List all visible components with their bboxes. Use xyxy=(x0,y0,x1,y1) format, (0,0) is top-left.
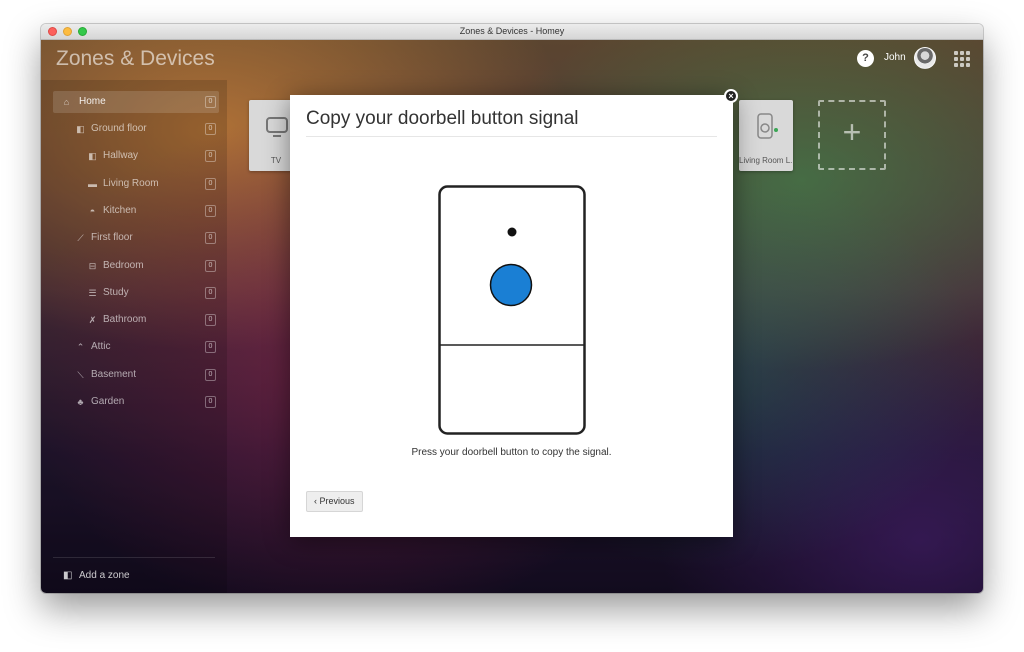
sidebar-item-garden[interactable]: ♣ Garden 0 xyxy=(75,391,219,413)
zone-count-badge: 0 xyxy=(205,96,216,108)
add-device-button[interactable]: + xyxy=(818,100,886,170)
sidebar-item-bathroom[interactable]: ✗ Bathroom 0 xyxy=(87,309,219,331)
window-title: Zones & Devices - Homey xyxy=(459,26,565,36)
zone-count-badge: 0 xyxy=(205,260,216,272)
page-title: Zones & Devices xyxy=(56,47,215,70)
zone-label: Bathroom xyxy=(103,314,147,325)
apps-grid-icon[interactable] xyxy=(954,51,970,67)
zone-count-badge: 0 xyxy=(205,205,216,217)
sidebar-item-basement[interactable]: ⟍ Basement 0 xyxy=(75,364,219,386)
desk-icon: ☰ xyxy=(88,288,97,298)
zone-label: Bedroom xyxy=(103,260,144,271)
sidebar-item-bedroom[interactable]: ⊟ Bedroom 0 xyxy=(87,255,219,277)
house-icon: ⌂ xyxy=(63,97,70,107)
add-zone-label: Add a zone xyxy=(79,570,130,581)
sidebar-item-hallway[interactable]: ◧ Hallway 0 xyxy=(87,145,219,167)
zone-count-badge: 0 xyxy=(205,314,216,326)
bed-icon: ⊟ xyxy=(88,261,97,271)
pot-icon: ◓ xyxy=(89,206,96,216)
zone-count-badge: 0 xyxy=(205,369,216,381)
stairs-icon: ⟋ xyxy=(77,233,84,243)
user-name[interactable]: John xyxy=(884,52,906,63)
close-dialog-icon[interactable]: × xyxy=(724,89,738,103)
zone-count-badge: 0 xyxy=(205,123,216,135)
sidebar-item-ground-floor[interactable]: ◧ Ground floor 0 xyxy=(75,118,219,140)
doorbell-body xyxy=(438,185,586,435)
avatar[interactable] xyxy=(914,47,936,69)
sidebar-divider xyxy=(53,557,215,558)
sidebar-item-living-room[interactable]: ▬ Living Room 0 xyxy=(87,173,219,195)
zone-count-badge: 0 xyxy=(205,232,216,244)
plant-icon: ♣ xyxy=(77,397,84,407)
title-bar: Zones & Devices - Homey xyxy=(41,24,983,40)
previous-button[interactable]: ‹ Previous xyxy=(306,491,363,512)
door-icon: ◧ xyxy=(88,151,97,161)
dialog-instruction: Press your doorbell button to copy the s… xyxy=(411,447,612,458)
zone-count-badge: 0 xyxy=(205,150,216,162)
zone-label: Home xyxy=(79,96,106,107)
sidebar-item-first-floor[interactable]: ⟋ First floor 0 xyxy=(75,227,219,249)
zone-label: Basement xyxy=(91,369,137,380)
zone-label: Ground floor xyxy=(91,123,147,134)
zone-label: Study xyxy=(103,287,129,298)
stairs-down-icon: ⟍ xyxy=(77,370,84,380)
zone-label: Living Room xyxy=(103,178,159,189)
zone-count-badge: 0 xyxy=(205,396,216,408)
zone-label: First floor xyxy=(91,232,133,243)
doorbell-illustration xyxy=(438,185,586,435)
roof-icon: ⌃ xyxy=(76,342,85,352)
floor-icon: ◧ xyxy=(76,124,85,134)
shower-icon: ✗ xyxy=(88,315,97,325)
sidebar-item-kitchen[interactable]: ◓ Kitchen 0 xyxy=(87,200,219,222)
sofa-icon: ▬ xyxy=(88,179,97,189)
tv-icon xyxy=(265,112,289,140)
doorbell-button-circle xyxy=(489,263,533,307)
device-label: Living Room L... xyxy=(739,156,793,165)
plus-icon: + xyxy=(842,114,862,150)
zone-label: Garden xyxy=(91,396,125,407)
sidebar-item-study[interactable]: ☰ Study 0 xyxy=(87,282,219,304)
sidebar-item-home[interactable]: ⌂ Home 0 xyxy=(53,91,219,113)
pairing-dialog: Copy your doorbell button signal Press y… xyxy=(290,95,733,537)
zone-count-badge: 0 xyxy=(205,178,216,190)
dialog-divider xyxy=(306,136,717,137)
zone-label: Hallway xyxy=(103,150,139,161)
help-icon[interactable]: ? xyxy=(857,50,874,67)
zone-count-badge: 0 xyxy=(205,341,216,353)
zones-sidebar: ⌂ Home 0 ◧ Ground floor 0 ◧ Hallway 0 ▬ … xyxy=(41,80,227,593)
zone-count-badge: 0 xyxy=(205,287,216,299)
app-header: Zones & Devices ? John xyxy=(41,40,983,80)
doorbell-led xyxy=(507,227,517,237)
add-zone-icon: ◧ xyxy=(63,570,73,581)
device-tile-living-room-light[interactable]: Living Room L... xyxy=(739,100,793,171)
dialog-title: Copy your doorbell button signal xyxy=(306,108,579,129)
sidebar-item-attic[interactable]: ⌃ Attic 0 xyxy=(75,336,219,358)
zone-label: Attic xyxy=(91,341,111,352)
light-switch-icon xyxy=(755,112,779,140)
zone-label: Kitchen xyxy=(103,205,137,216)
